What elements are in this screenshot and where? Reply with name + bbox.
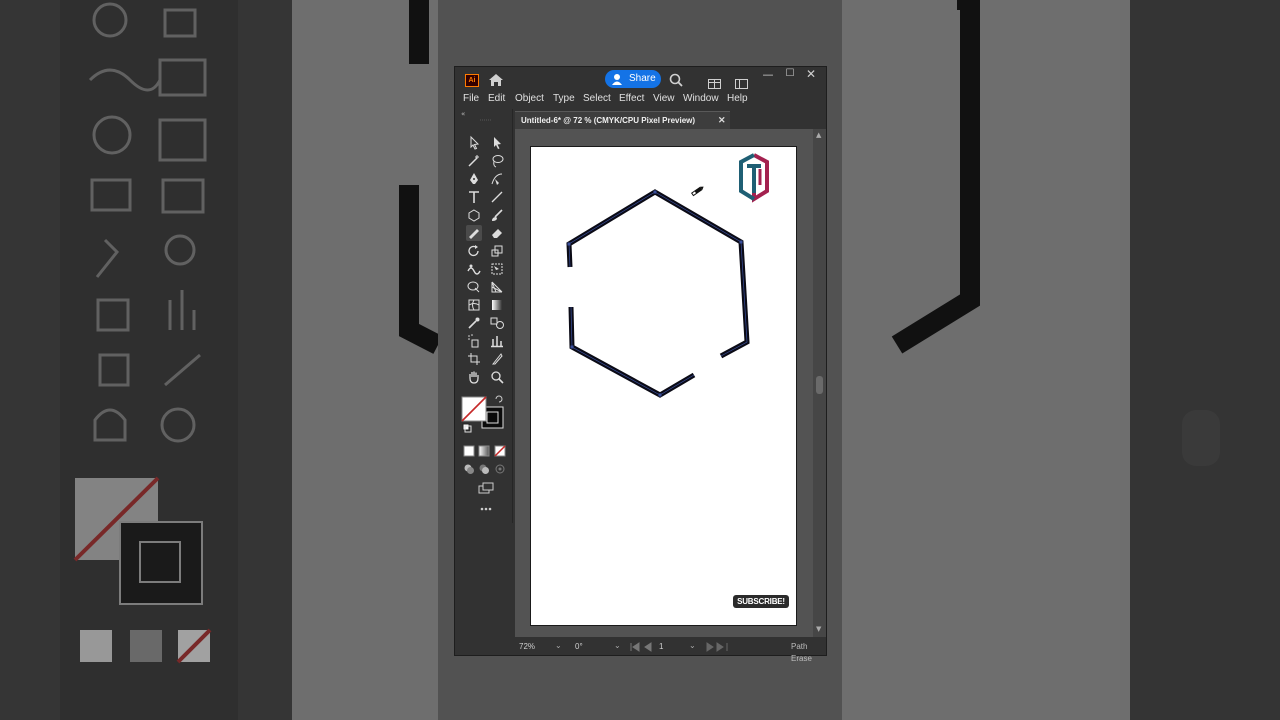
tools-panel: « (458, 109, 513, 523)
artboard[interactable]: SUBSCRIBE! (530, 146, 797, 626)
home-icon[interactable] (488, 72, 504, 86)
illustrator-window: Ai Share — ☐ ✕ File Edit Object Type Sel… (454, 66, 827, 663)
type-tool-icon[interactable] (466, 189, 482, 205)
artboard-dropdown-icon[interactable]: ⌄ (689, 641, 696, 650)
user-icon (612, 74, 622, 85)
draw-behind-icon[interactable] (478, 463, 490, 475)
column-graph-tool-icon[interactable] (489, 333, 505, 349)
share-button[interactable]: Share (605, 70, 661, 88)
status-bar: 72% ⌄ 0° ⌄ 1 ⌄ Path Erase (515, 639, 826, 663)
pen-tool-icon[interactable] (466, 171, 482, 187)
lasso-tool-icon[interactable] (489, 153, 505, 169)
draw-inside-icon[interactable] (494, 463, 506, 475)
document-tab-bar: Untitled-6* @ 72 % (CMYK/CPU Pixel Previ… (515, 111, 826, 130)
gradient-mode-icon[interactable] (478, 445, 490, 457)
document-tab-title: Untitled-6* @ 72 % (CMYK/CPU Pixel Previ… (521, 116, 696, 125)
background-left-toolbar (60, 0, 238, 720)
rotate-tool-icon[interactable] (466, 243, 482, 259)
title-bar: Ai Share — ☐ ✕ (455, 67, 826, 91)
vertical-scrollbar[interactable]: ▲ ▼ (813, 129, 826, 637)
next-last-artboard-icons[interactable] (701, 641, 731, 653)
shaper-tool-icon[interactable] (466, 225, 482, 241)
free-transform-tool-icon[interactable] (489, 261, 505, 277)
zoom-tool-icon[interactable] (489, 369, 505, 385)
menu-view[interactable]: View (653, 93, 675, 104)
more-tools-icon[interactable] (478, 504, 494, 514)
menu-window[interactable]: Window (683, 93, 719, 104)
mesh-tool-icon[interactable] (466, 297, 482, 313)
current-tool-name: Path Erase (791, 642, 812, 663)
first-prev-artboard-icons[interactable] (627, 641, 657, 653)
menu-object[interactable]: Object (515, 93, 544, 104)
background-scroll-thumb (1182, 410, 1220, 466)
screen-mode-icon[interactable] (478, 482, 494, 498)
hexagon-artwork[interactable] (531, 147, 796, 625)
artboard-tool-icon[interactable] (466, 351, 482, 367)
perspective-grid-tool-icon[interactable] (489, 279, 505, 295)
slice-tool-icon[interactable] (489, 351, 505, 367)
channel-logo (739, 153, 769, 203)
gradient-tool-icon[interactable] (489, 297, 505, 313)
app-logo: Ai (465, 74, 479, 87)
search-icon[interactable] (669, 72, 683, 91)
blend-tool-icon[interactable] (489, 315, 505, 331)
background-right (1130, 0, 1280, 720)
selection-tool-icon[interactable] (466, 135, 482, 151)
close-button[interactable]: ✕ (804, 67, 818, 81)
fill-stroke-widget[interactable] (458, 391, 512, 437)
menu-bar: File Edit Object Type Select Effect View… (455, 91, 826, 107)
hand-tool-icon[interactable] (466, 369, 482, 385)
hexagon-path-upper (566, 189, 750, 359)
scale-tool-icon[interactable] (489, 243, 505, 259)
line-segment-tool-icon[interactable] (489, 189, 505, 205)
menu-type[interactable]: Type (553, 93, 575, 104)
tab-close-icon[interactable]: ✕ (718, 112, 726, 129)
background-canvas-right (842, 0, 1130, 720)
scroll-up-icon[interactable]: ▲ (816, 131, 821, 139)
document-tab[interactable]: Untitled-6* @ 72 % (CMYK/CPU Pixel Previ… (515, 111, 730, 130)
eraser-tool-icon[interactable] (489, 225, 505, 241)
background-canvas-left (292, 0, 438, 720)
svg-text:«: « (461, 110, 465, 118)
menu-effect[interactable]: Effect (619, 93, 644, 104)
menu-select[interactable]: Select (583, 93, 611, 104)
menu-file[interactable]: File (463, 93, 479, 104)
symbol-sprayer-tool-icon[interactable] (466, 333, 482, 349)
panel-collapse-icon[interactable]: « (458, 109, 512, 123)
curvature-tool-icon[interactable] (489, 171, 505, 187)
scroll-thumb[interactable] (816, 376, 823, 394)
share-label: Share (629, 73, 656, 84)
color-mode-icon[interactable] (463, 445, 475, 457)
shape-tool-icon[interactable] (466, 207, 482, 223)
angle-dropdown-icon[interactable]: ⌄ (614, 641, 621, 650)
eyedropper-tool-icon[interactable] (466, 315, 482, 331)
zoom-dropdown-icon[interactable]: ⌄ (555, 641, 562, 650)
direct-selection-tool-icon[interactable] (489, 135, 505, 151)
paintbrush-tool-icon[interactable] (489, 207, 505, 223)
canvas-area[interactable]: SUBSCRIBE! (515, 129, 813, 637)
minimize-button[interactable]: — (761, 68, 775, 82)
shape-builder-tool-icon[interactable] (466, 279, 482, 295)
menu-edit[interactable]: Edit (488, 93, 505, 104)
menu-help[interactable]: Help (727, 93, 748, 104)
draw-normal-icon[interactable] (463, 463, 475, 475)
none-mode-icon[interactable] (494, 445, 506, 457)
magic-wand-tool-icon[interactable] (466, 153, 482, 169)
maximize-button[interactable]: ☐ (783, 68, 797, 82)
scroll-down-icon[interactable]: ▼ (816, 625, 821, 633)
puppet-warp-tool-icon[interactable] (466, 261, 482, 277)
hexagon-path-lower (568, 306, 696, 398)
path-eraser-cursor-icon (691, 186, 704, 197)
subscribe-badge: SUBSCRIBE! (733, 595, 789, 608)
